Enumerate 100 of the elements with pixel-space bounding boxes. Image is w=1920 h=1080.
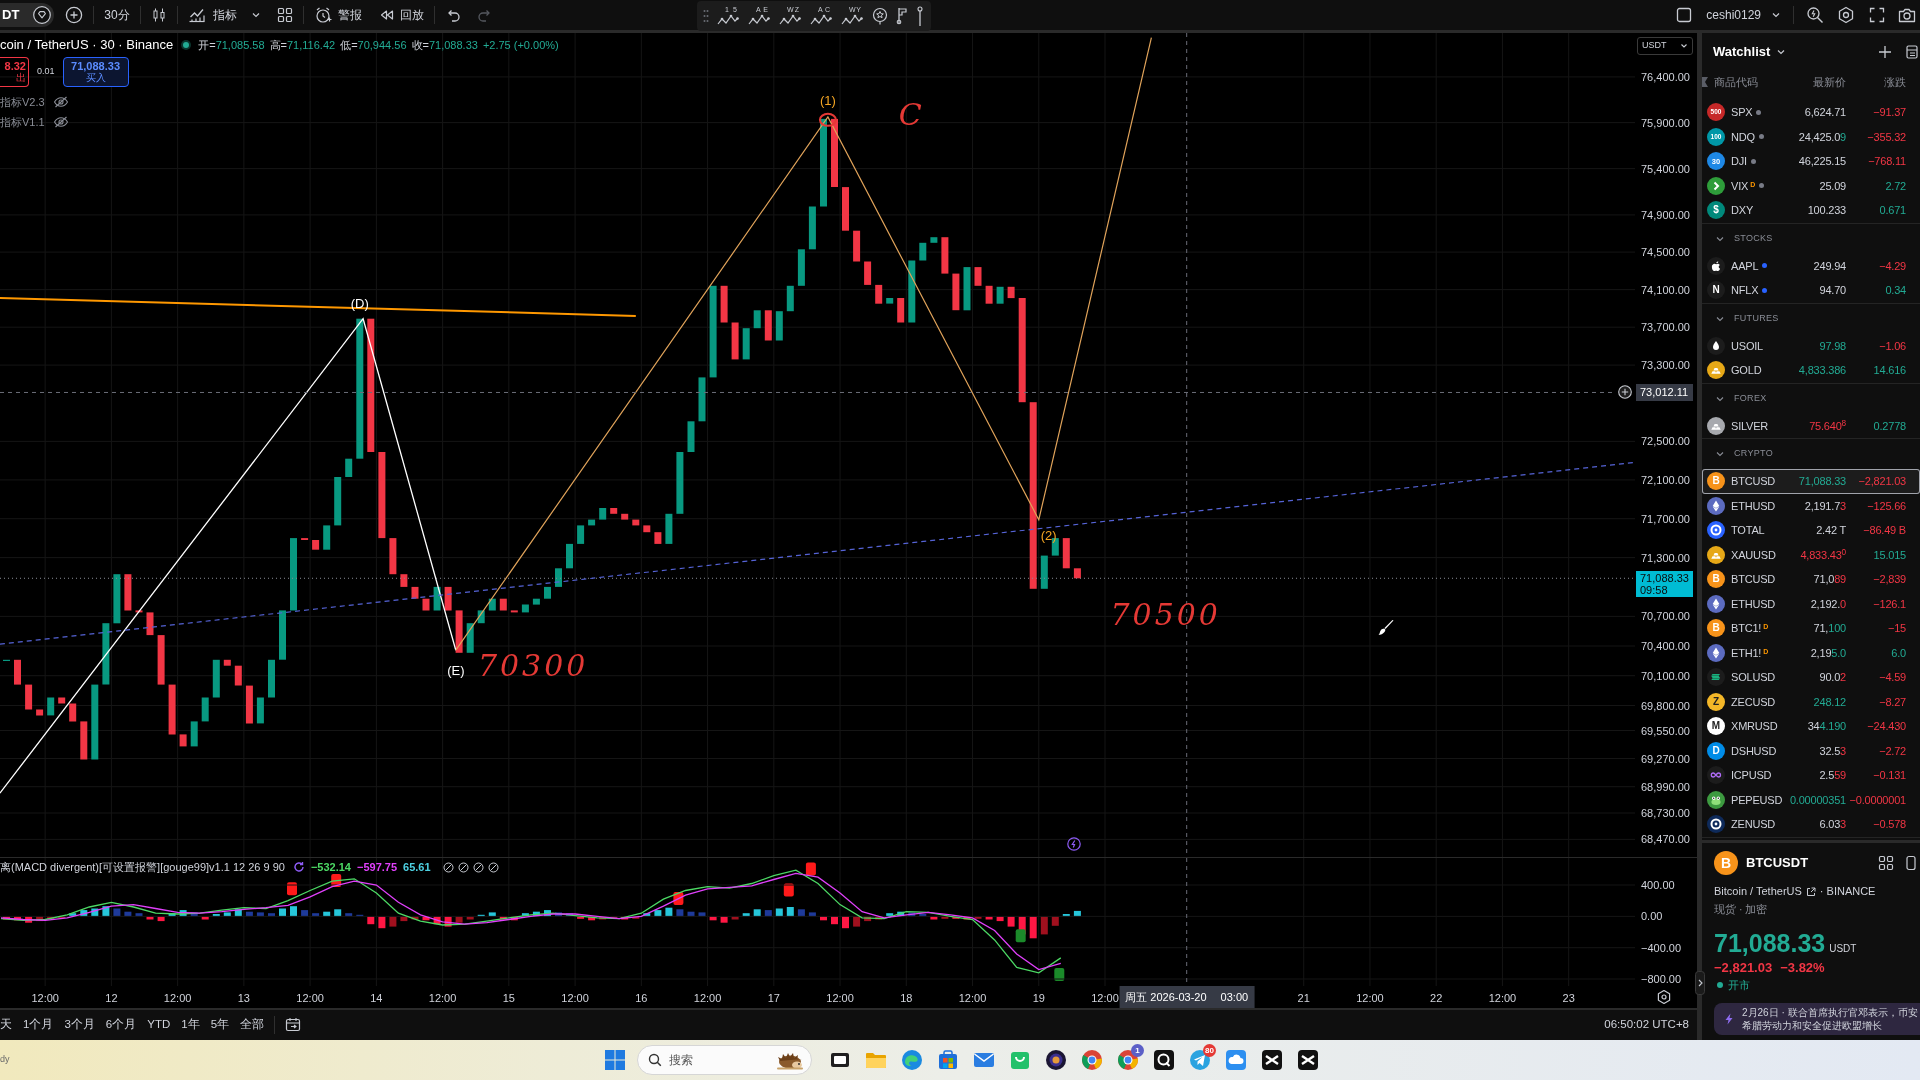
price-axis-label: 69,270.00: [1641, 751, 1690, 767]
price-axis-label: 75,400.00: [1641, 161, 1690, 177]
last-price: 24,425.09: [1797, 129, 1846, 144]
last-price: 90.02: [1818, 670, 1846, 685]
crosshair-date: 周五 2026-03-20: [1125, 989, 1207, 1005]
indicator-value: −597.75: [357, 859, 398, 875]
symbol-name: DXY: [1731, 203, 1754, 218]
last-price: 32.53: [1818, 743, 1846, 758]
symbol-name: NFLX: [1731, 283, 1759, 298]
symbol-name: ETHUSD: [1731, 596, 1776, 612]
symbol-name: VIX: [1731, 178, 1749, 194]
symbol-logo: Z: [1707, 692, 1725, 711]
price-change: 15.015: [1872, 547, 1906, 562]
wave-label: (1): [819, 93, 836, 107]
price-axis-label: 400.00: [1641, 877, 1675, 893]
price-change: −4.29: [1878, 258, 1906, 273]
crosshair-time: 03:00: [1220, 989, 1249, 1005]
symbol-name: TOTAL: [1731, 523, 1765, 538]
status-text: dy: [0, 1053, 10, 1067]
symbol-logo: B: [1714, 851, 1738, 875]
price-change: 6.0: [1890, 645, 1906, 660]
price-change: −0.0000001: [1848, 792, 1906, 807]
clock: 06:50:02 UTC+8: [1604, 1017, 1689, 1033]
time-axis-label: 21: [1297, 991, 1310, 1006]
last-price: 46,225.15: [1797, 154, 1846, 169]
symbol-logo: $: [1707, 201, 1725, 220]
symbol-name: ZECUSD: [1731, 694, 1776, 710]
price-change: 0.671: [1878, 203, 1906, 218]
symbol-logo: M: [1707, 717, 1725, 736]
time-axis-label: 12:00: [693, 991, 722, 1006]
last-price: 75.640$^{8}$: [1808, 418, 1846, 433]
last-price: 249.94: [1812, 258, 1846, 273]
market-status: 开市: [1728, 977, 1750, 993]
last-price: 344.190: [1806, 719, 1846, 734]
price-change: −2,839: [1872, 572, 1906, 587]
ohlc-value: 70,944.56: [357, 37, 407, 53]
price-axis-label: 68,990.00: [1641, 779, 1690, 795]
current-price: 71,088.33: [1640, 572, 1690, 585]
symbol-logo: B: [1707, 472, 1725, 491]
price-axis-label: 73,700.00: [1641, 319, 1690, 335]
price-axis-label: 74,500.00: [1641, 244, 1690, 260]
time-axis-label: 12:00: [31, 991, 59, 1006]
time-axis-label: 12:00: [163, 991, 192, 1006]
price-change: −4.59: [1878, 670, 1906, 685]
last-price-large: 71,088.33: [1714, 928, 1826, 958]
symbol-name: BTCUSD: [1731, 572, 1776, 587]
price-axis-label: 69,800.00: [1641, 698, 1690, 714]
percent-change: −3.82%: [1780, 958, 1825, 977]
symbol-name: PEPEUSD: [1731, 792, 1783, 808]
symbol-name: ETHUSD: [1731, 498, 1776, 514]
time-axis-label: 12:00: [428, 991, 457, 1006]
price-change: −125.66: [1866, 498, 1906, 513]
price-change: −355.32: [1866, 129, 1906, 144]
spread-value: 0.01: [37, 65, 55, 79]
symbol-logo: D: [1707, 741, 1725, 760]
symbol-name: AAPL: [1731, 258, 1759, 274]
market-type: 现货 · 加密: [1714, 902, 1769, 916]
symbol-name: ZENUSD: [1731, 817, 1776, 832]
symbol-name: USOIL: [1731, 338, 1763, 354]
price-axis-label: 70,400.00: [1641, 638, 1690, 654]
price-axis-label: 71,700.00: [1641, 511, 1690, 527]
price-change: −86.49 B: [1862, 523, 1906, 538]
price-change: −91.37: [1872, 105, 1906, 120]
symbol-name: DJI: [1731, 154, 1747, 169]
symbol-logo: B: [1707, 570, 1725, 589]
price-axis-label: 73,300.00: [1641, 357, 1690, 373]
price-axis-label: 74,100.00: [1641, 282, 1690, 298]
symbol-name: DSHUSD: [1731, 743, 1777, 759]
last-price: 4,833.386: [1797, 363, 1846, 378]
time-axis-label: 15: [502, 991, 515, 1006]
price-change: −0.578: [1872, 817, 1906, 832]
ohlc-value: 71,085.58: [215, 37, 265, 53]
last-price: 2,191.73: [1803, 498, 1846, 513]
price-change: 14.616: [1872, 363, 1906, 378]
last-price: 94.70: [1818, 283, 1846, 298]
time-axis-label: 12: [105, 991, 118, 1006]
time-axis-label: 12:00: [958, 991, 987, 1006]
price-axis-label: 72,500.00: [1641, 434, 1690, 450]
ohlc-label: 低=: [340, 37, 358, 53]
last-price: 2.559: [1818, 768, 1846, 783]
price-change: 2.72: [1884, 178, 1906, 193]
last-price: 71,088.33: [1797, 474, 1846, 489]
price-change: −1.06: [1878, 338, 1906, 353]
price-change: −0.131: [1872, 768, 1906, 783]
ohlc-label: 收=: [411, 37, 429, 53]
symbol-name: XMRUSD: [1731, 719, 1778, 734]
currency-label: USDT: [1829, 942, 1857, 956]
price-axis-label: 69,550.00: [1641, 723, 1690, 739]
symbol-name: SPX: [1731, 105, 1753, 120]
price-change: −2,821.03: [1857, 474, 1906, 489]
time-axis-label: 13: [237, 991, 250, 1006]
price-change: +2.75 (+0.00%): [482, 37, 559, 53]
symbol-description: Bitcoin / TetherUS: [1714, 884, 1802, 900]
time-axis-label: 12:00: [561, 991, 589, 1006]
price-change: 0.34: [1884, 283, 1906, 298]
handwritten-note: 70500: [1110, 599, 1221, 630]
time-axis-label: 12:00: [1091, 991, 1119, 1006]
price-axis-label: −800.00: [1641, 971, 1682, 987]
price-change: −2,821.03: [1714, 958, 1773, 977]
notification-count: 1: [1131, 1044, 1144, 1057]
